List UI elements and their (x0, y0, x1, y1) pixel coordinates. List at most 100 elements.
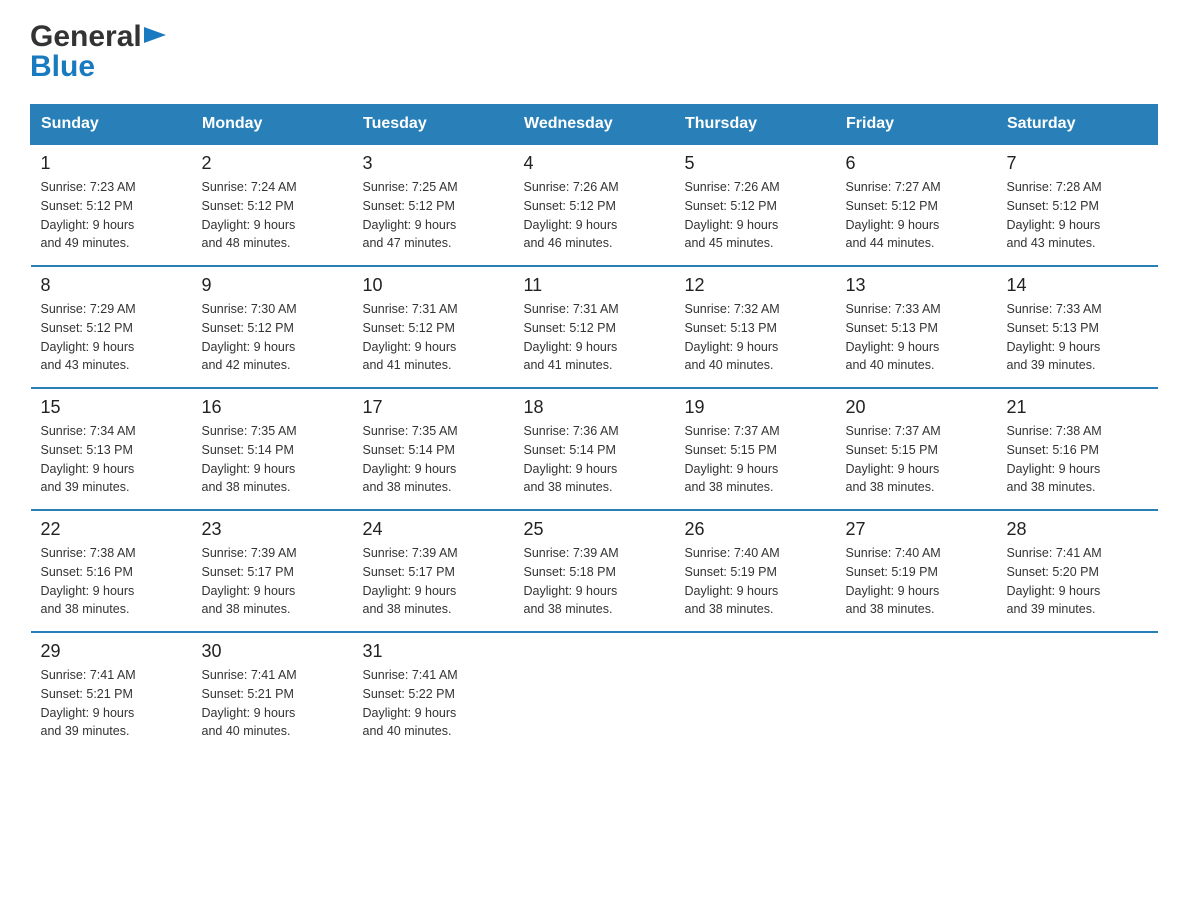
day-cell: 5 Sunrise: 7:26 AMSunset: 5:12 PMDaylight… (675, 144, 836, 266)
day-number: 18 (524, 397, 665, 418)
day-info: Sunrise: 7:38 AMSunset: 5:16 PMDaylight:… (1007, 422, 1148, 497)
day-cell: 6 Sunrise: 7:27 AMSunset: 5:12 PMDaylight… (836, 144, 997, 266)
day-cell: 1 Sunrise: 7:23 AMSunset: 5:12 PMDaylight… (31, 144, 192, 266)
day-cell: 12Sunrise: 7:32 AMSunset: 5:13 PMDayligh… (675, 266, 836, 388)
day-cell: 7Sunrise: 7:28 AMSunset: 5:12 PMDaylight… (997, 144, 1158, 266)
day-cell: 13 Sunrise: 7:33 AMSunset: 5:13 PMDayligh… (836, 266, 997, 388)
day-cell: 8 Sunrise: 7:29 AMSunset: 5:12 PMDaylight… (31, 266, 192, 388)
day-info: Sunrise: 7:39 AMSunset: 5:18 PMDaylight:… (524, 544, 665, 619)
header-friday: Friday (836, 105, 997, 145)
day-cell: 31Sunrise: 7:41 AMSunset: 5:22 PMDayligh… (353, 632, 514, 753)
day-cell: 16 Sunrise: 7:35 AMSunset: 5:14 PMDayligh… (192, 388, 353, 510)
day-info: Sunrise: 7:41 AMSunset: 5:20 PMDaylight:… (1007, 544, 1148, 619)
day-info: Sunrise: 7:30 AMSunset: 5:12 PMDaylight:… (202, 300, 343, 375)
calendar-header: SundayMondayTuesdayWednesdayThursdayFrid… (31, 105, 1158, 145)
day-number: 27 (846, 519, 987, 540)
day-info: Sunrise: 7:26 AMSunset: 5:12 PMDaylight:… (685, 178, 826, 253)
day-info: Sunrise: 7:33 AMSunset: 5:13 PMDaylight:… (846, 300, 987, 375)
header-tuesday: Tuesday (353, 105, 514, 145)
day-cell (514, 632, 675, 753)
day-info: Sunrise: 7:28 AMSunset: 5:12 PMDaylight:… (1007, 178, 1148, 253)
header-thursday: Thursday (675, 105, 836, 145)
day-cell: 11 Sunrise: 7:31 AMSunset: 5:12 PMDayligh… (514, 266, 675, 388)
day-number: 22 (41, 519, 182, 540)
day-cell: 25 Sunrise: 7:39 AMSunset: 5:18 PMDayligh… (514, 510, 675, 632)
header-row: SundayMondayTuesdayWednesdayThursdayFrid… (31, 105, 1158, 145)
day-number: 19 (685, 397, 826, 418)
calendar-table: SundayMondayTuesdayWednesdayThursdayFrid… (30, 104, 1158, 753)
day-number: 21 (1007, 397, 1148, 418)
day-cell (675, 632, 836, 753)
day-cell: 15 Sunrise: 7:34 AMSunset: 5:13 PMDayligh… (31, 388, 192, 510)
day-cell: 3 Sunrise: 7:25 AMSunset: 5:12 PMDaylight… (353, 144, 514, 266)
header-wednesday: Wednesday (514, 105, 675, 145)
calendar-body: 1 Sunrise: 7:23 AMSunset: 5:12 PMDaylight… (31, 144, 1158, 753)
day-cell: 2Sunrise: 7:24 AMSunset: 5:12 PMDaylight… (192, 144, 353, 266)
day-number: 8 (41, 275, 182, 296)
day-info: Sunrise: 7:31 AMSunset: 5:12 PMDaylight:… (524, 300, 665, 375)
day-info: Sunrise: 7:34 AMSunset: 5:13 PMDaylight:… (41, 422, 182, 497)
day-cell: 21 Sunrise: 7:38 AMSunset: 5:16 PMDayligh… (997, 388, 1158, 510)
day-number: 6 (846, 153, 987, 174)
day-number: 28 (1007, 519, 1148, 540)
day-number: 29 (41, 641, 182, 662)
day-info: Sunrise: 7:41 AMSunset: 5:22 PMDaylight:… (363, 666, 504, 741)
day-cell: 24Sunrise: 7:39 AMSunset: 5:17 PMDayligh… (353, 510, 514, 632)
day-info: Sunrise: 7:27 AMSunset: 5:12 PMDaylight:… (846, 178, 987, 253)
day-number: 1 (41, 153, 182, 174)
day-info: Sunrise: 7:36 AMSunset: 5:14 PMDaylight:… (524, 422, 665, 497)
logo-general-text: General (30, 20, 142, 54)
day-cell: 14Sunrise: 7:33 AMSunset: 5:13 PMDayligh… (997, 266, 1158, 388)
day-number: 12 (685, 275, 826, 296)
header-monday: Monday (192, 105, 353, 145)
day-number: 5 (685, 153, 826, 174)
week-row-4: 22 Sunrise: 7:38 AMSunset: 5:16 PMDayligh… (31, 510, 1158, 632)
day-number: 9 (202, 275, 343, 296)
day-cell: 10Sunrise: 7:31 AMSunset: 5:12 PMDayligh… (353, 266, 514, 388)
week-row-1: 1 Sunrise: 7:23 AMSunset: 5:12 PMDaylight… (31, 144, 1158, 266)
day-info: Sunrise: 7:35 AMSunset: 5:14 PMDaylight:… (363, 422, 504, 497)
day-info: Sunrise: 7:37 AMSunset: 5:15 PMDaylight:… (685, 422, 826, 497)
week-row-2: 8 Sunrise: 7:29 AMSunset: 5:12 PMDaylight… (31, 266, 1158, 388)
day-info: Sunrise: 7:38 AMSunset: 5:16 PMDaylight:… (41, 544, 182, 619)
day-cell: 29 Sunrise: 7:41 AMSunset: 5:21 PMDayligh… (31, 632, 192, 753)
day-info: Sunrise: 7:40 AMSunset: 5:19 PMDaylight:… (846, 544, 987, 619)
week-row-5: 29 Sunrise: 7:41 AMSunset: 5:21 PMDayligh… (31, 632, 1158, 753)
day-number: 25 (524, 519, 665, 540)
day-info: Sunrise: 7:35 AMSunset: 5:14 PMDaylight:… (202, 422, 343, 497)
day-cell: 26Sunrise: 7:40 AMSunset: 5:19 PMDayligh… (675, 510, 836, 632)
week-row-3: 15 Sunrise: 7:34 AMSunset: 5:13 PMDayligh… (31, 388, 1158, 510)
day-info: Sunrise: 7:25 AMSunset: 5:12 PMDaylight:… (363, 178, 504, 253)
day-info: Sunrise: 7:29 AMSunset: 5:12 PMDaylight:… (41, 300, 182, 375)
day-info: Sunrise: 7:26 AMSunset: 5:12 PMDaylight:… (524, 178, 665, 253)
logo-triangle-icon (144, 27, 166, 49)
day-cell: 17 Sunrise: 7:35 AMSunset: 5:14 PMDayligh… (353, 388, 514, 510)
day-info: Sunrise: 7:31 AMSunset: 5:12 PMDaylight:… (363, 300, 504, 375)
day-cell: 27 Sunrise: 7:40 AMSunset: 5:19 PMDayligh… (836, 510, 997, 632)
day-number: 30 (202, 641, 343, 662)
day-cell: 28 Sunrise: 7:41 AMSunset: 5:20 PMDayligh… (997, 510, 1158, 632)
day-number: 3 (363, 153, 504, 174)
day-cell (997, 632, 1158, 753)
day-number: 23 (202, 519, 343, 540)
day-info: Sunrise: 7:23 AMSunset: 5:12 PMDaylight:… (41, 178, 182, 253)
day-number: 15 (41, 397, 182, 418)
day-number: 14 (1007, 275, 1148, 296)
header-sunday: Sunday (31, 105, 192, 145)
day-cell: 30Sunrise: 7:41 AMSunset: 5:21 PMDayligh… (192, 632, 353, 753)
day-info: Sunrise: 7:39 AMSunset: 5:17 PMDaylight:… (202, 544, 343, 619)
day-info: Sunrise: 7:24 AMSunset: 5:12 PMDaylight:… (202, 178, 343, 253)
day-cell: 22 Sunrise: 7:38 AMSunset: 5:16 PMDayligh… (31, 510, 192, 632)
day-info: Sunrise: 7:40 AMSunset: 5:19 PMDaylight:… (685, 544, 826, 619)
day-cell: 23 Sunrise: 7:39 AMSunset: 5:17 PMDayligh… (192, 510, 353, 632)
day-number: 20 (846, 397, 987, 418)
day-number: 13 (846, 275, 987, 296)
day-cell: 19 Sunrise: 7:37 AMSunset: 5:15 PMDayligh… (675, 388, 836, 510)
day-number: 16 (202, 397, 343, 418)
page-header: General Blue (30, 20, 1158, 84)
day-info: Sunrise: 7:41 AMSunset: 5:21 PMDaylight:… (41, 666, 182, 741)
day-number: 11 (524, 275, 665, 296)
day-number: 17 (363, 397, 504, 418)
day-number: 24 (363, 519, 504, 540)
logo-blue-text: Blue (30, 50, 95, 84)
